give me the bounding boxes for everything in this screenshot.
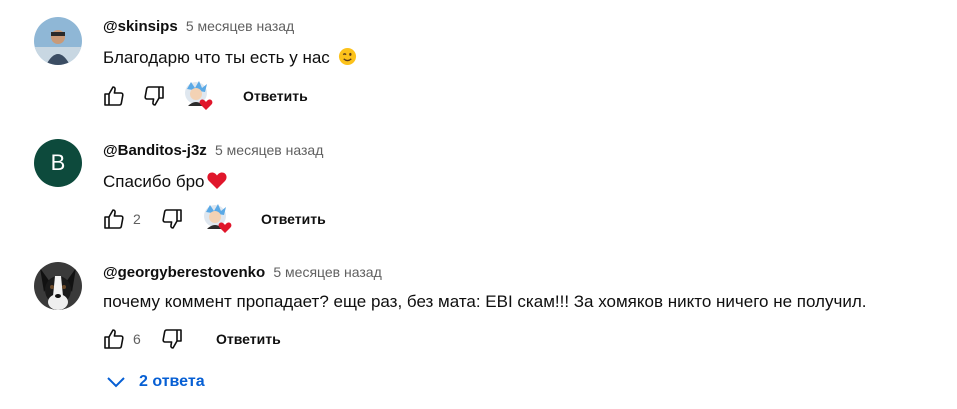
like-button[interactable]: [100, 203, 128, 235]
dislike-button[interactable]: [158, 203, 186, 235]
comment-text: почему коммент пропадает? еще раз, без м…: [103, 292, 866, 312]
like-count: 2: [133, 211, 141, 227]
thumbs-down-icon: [162, 209, 182, 229]
thumbs-down-icon: [162, 329, 182, 349]
like-count: 6: [133, 331, 141, 347]
comment-text-content: Спасибо бро: [103, 172, 205, 191]
show-replies-label: 2 ответа: [139, 373, 205, 390]
avatar-letter: B: [50, 150, 66, 175]
avatar[interactable]: [34, 262, 82, 310]
thumbs-down-icon: [144, 86, 164, 106]
reply-button[interactable]: Ответить: [261, 211, 326, 227]
comment-text-content: Благодарю что ты есть у нас: [103, 48, 330, 67]
like-button[interactable]: [100, 323, 128, 355]
comment-timestamp[interactable]: 5 месяцев назад: [215, 142, 323, 158]
reply-button[interactable]: Ответить: [243, 88, 308, 104]
comment-timestamp[interactable]: 5 месяцев назад: [273, 264, 381, 280]
comment-author[interactable]: @Banditos-j3z: [103, 142, 207, 159]
comment-timestamp[interactable]: 5 месяцев назад: [186, 18, 294, 34]
dislike-button[interactable]: [158, 323, 186, 355]
avatar[interactable]: [34, 17, 82, 65]
comment-text: Спасибо бро: [103, 170, 228, 195]
avatar[interactable]: B: [34, 139, 82, 187]
dislike-button[interactable]: [140, 80, 168, 112]
thumbs-up-icon: [104, 209, 124, 229]
like-button[interactable]: [100, 80, 128, 112]
creator-heart-icon: [182, 80, 216, 112]
thumbs-up-icon: [104, 329, 124, 349]
show-replies-button[interactable]: 2 ответа: [106, 370, 205, 394]
comment-author[interactable]: @georgyberestovenko: [103, 264, 265, 281]
comment-author[interactable]: @skinsips: [103, 18, 178, 35]
reply-button[interactable]: Ответить: [216, 331, 281, 347]
comment-text-content: почему коммент пропадает? еще раз, без м…: [103, 292, 867, 311]
comment-text: Благодарю что ты есть у нас: [103, 47, 357, 71]
chevron-down-icon: [107, 377, 125, 388]
wink-emoji-icon: [338, 47, 357, 71]
thumbs-up-icon: [104, 86, 124, 106]
red-heart-emoji-icon: [206, 170, 228, 195]
creator-heart-icon: [201, 203, 235, 235]
